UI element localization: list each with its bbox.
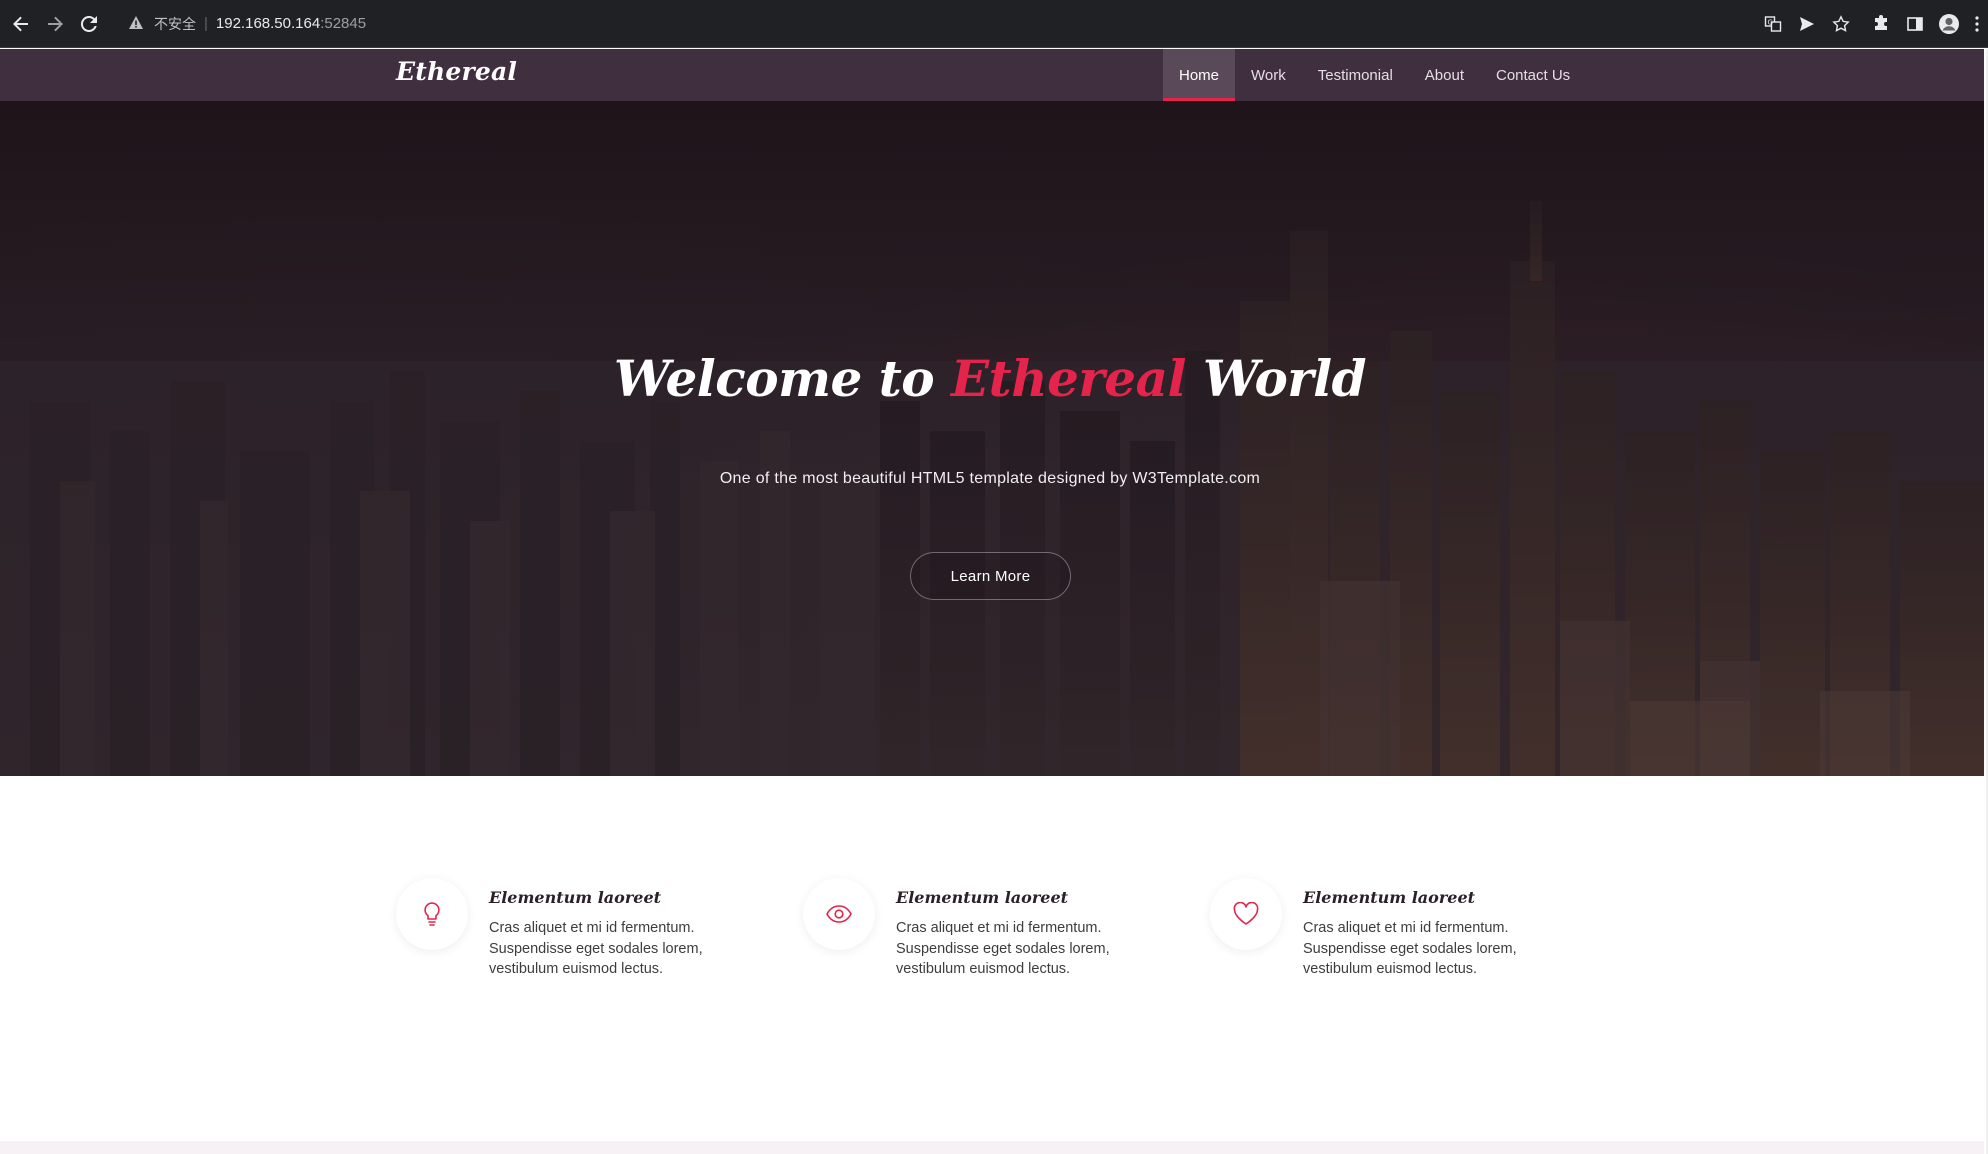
side-panel-icon[interactable]: [1898, 7, 1932, 41]
features-section: Elementum laoreet Cras aliquet et mi id …: [0, 776, 1984, 1141]
feature-description: Cras aliquet et mi id fermentum. Suspend…: [489, 918, 769, 980]
menu-item-testimonial[interactable]: Testimonial: [1302, 49, 1409, 101]
heart-icon: [1233, 902, 1259, 925]
hero-subtitle: One of the most beautiful HTML5 template…: [719, 470, 1261, 487]
feature-desc-line: Suspendisse eget sodales lorem,: [1303, 940, 1517, 957]
browser-toolbar: 不安全 | 192.168.50.164:52845 G: [0, 0, 1988, 48]
browser-menu-icon[interactable]: [1966, 7, 1988, 41]
site-logo[interactable]: Ethereal: [396, 57, 517, 86]
hero-title-prefix: Welcome to: [613, 349, 952, 408]
feature-title: Elementum laoreet: [1303, 888, 1476, 907]
translate-icon[interactable]: G: [1756, 7, 1790, 41]
feature-icon-circle: [803, 878, 875, 950]
feature-desc-line: vestibulum euismod lectus.: [1303, 961, 1478, 977]
feature-title: Elementum laoreet: [489, 888, 662, 907]
menu-item-contact-us[interactable]: Contact Us: [1480, 49, 1586, 101]
hero-title: Welcome to Ethereal World: [0, 349, 1980, 408]
security-label: 不安全: [154, 15, 196, 32]
feature-desc-line: vestibulum euismod lectus.: [896, 961, 1071, 977]
menu-item-home[interactable]: Home: [1163, 49, 1236, 101]
feature-description: Cras aliquet et mi id fermentum. Suspend…: [1303, 918, 1583, 980]
feature-icon-circle: [1210, 878, 1282, 950]
feature-desc-line: Cras aliquet et mi id fermentum.: [489, 920, 695, 936]
main-menu: Home Work Testimonial About Contact Us: [1163, 49, 1586, 101]
hero-content: Welcome to Ethereal World One of the mos…: [0, 101, 1984, 776]
hero-title-accent: Ethereal: [951, 349, 1186, 408]
profile-avatar-icon[interactable]: [1932, 7, 1966, 41]
extensions-puzzle-icon[interactable]: [1864, 7, 1898, 41]
menu-item-about[interactable]: About: [1409, 49, 1480, 101]
svg-text:G: G: [1768, 19, 1773, 27]
site-navbar: Ethereal Home Work Testimonial About Con…: [0, 49, 1984, 101]
menu-item-work[interactable]: Work: [1235, 49, 1302, 101]
forward-arrow-icon[interactable]: [38, 7, 72, 41]
feature-desc-line: Cras aliquet et mi id fermentum.: [896, 920, 1102, 936]
feature-icon-circle: [396, 878, 468, 950]
feature-desc-line: vestibulum euismod lectus.: [489, 961, 664, 977]
bookmark-star-icon[interactable]: [1824, 7, 1858, 41]
hero-banner: Welcome to Ethereal World One of the mos…: [0, 101, 1984, 776]
hero-title-suffix: World: [1185, 349, 1367, 408]
send-to-device-icon[interactable]: [1790, 7, 1824, 41]
url-port: :52845: [320, 15, 367, 32]
feature-desc-line: Suspendisse eget sodales lorem,: [896, 940, 1110, 957]
feature-item: Elementum laoreet Cras aliquet et mi id …: [1210, 878, 1590, 998]
eye-icon: [826, 905, 852, 923]
feature-item: Elementum laoreet Cras aliquet et mi id …: [803, 878, 1183, 998]
not-secure-warning-icon[interactable]: [128, 15, 146, 33]
feature-title: Elementum laoreet: [896, 888, 1069, 907]
page-viewport: Ethereal Home Work Testimonial About Con…: [0, 49, 1988, 1154]
feature-desc-line: Suspendisse eget sodales lorem,: [489, 940, 703, 957]
feature-desc-line: Cras aliquet et mi id fermentum.: [1303, 920, 1509, 936]
omnibox-separator: |: [204, 15, 208, 32]
feature-description: Cras aliquet et mi id fermentum. Suspend…: [896, 918, 1176, 980]
url-host: 192.168.50.164: [215, 15, 321, 32]
reload-icon[interactable]: [72, 7, 106, 41]
work-section-top: [0, 1141, 1984, 1154]
back-arrow-icon[interactable]: [4, 7, 38, 41]
feature-item: Elementum laoreet Cras aliquet et mi id …: [396, 878, 776, 998]
learn-more-button[interactable]: Learn More: [910, 552, 1071, 600]
lightbulb-icon: [424, 902, 440, 926]
address-bar[interactable]: 不安全 | 192.168.50.164:52845: [120, 6, 1740, 41]
